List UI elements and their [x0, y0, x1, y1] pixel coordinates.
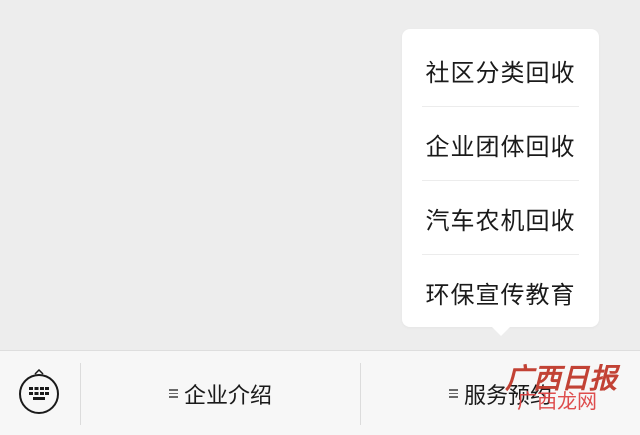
keyboard-toggle-button[interactable] — [19, 374, 59, 414]
menu-item-label: 社区分类回收 — [425, 58, 576, 87]
watermark-logo: 广西日报 广西龙网 — [505, 365, 617, 412]
menu-item-enterprise-recycling[interactable]: 企业团体回收 — [402, 107, 599, 181]
menu-item-label: 汽车农机回收 — [425, 206, 576, 235]
tab-label: 企业介绍 — [183, 383, 272, 409]
tab-company-intro[interactable]: 企业介绍 — [81, 351, 360, 435]
menu-item-label: 环保宣传教育 — [425, 280, 576, 309]
menu-item-community-recycling[interactable]: 社区分类回收 — [402, 33, 599, 107]
menu-lines-icon — [168, 387, 178, 400]
menu-item-environmental-education[interactable]: 环保宣传教育 — [402, 255, 599, 329]
menu-item-label: 企业团体回收 — [425, 132, 576, 161]
menu-item-vehicle-recycling[interactable]: 汽车农机回收 — [402, 181, 599, 255]
chevron-up-icon — [34, 369, 44, 375]
chat-screen: 社区分类回收 企业团体回收 汽车农机回收 环保宣传教育 企业介绍 服务预约 广西… — [0, 0, 640, 435]
service-popup-menu: 社区分类回收 企业团体回收 汽车农机回收 环保宣传教育 — [402, 29, 599, 327]
keyboard-icon — [29, 387, 49, 400]
menu-lines-icon — [448, 387, 458, 400]
popup-arrow — [491, 326, 511, 336]
